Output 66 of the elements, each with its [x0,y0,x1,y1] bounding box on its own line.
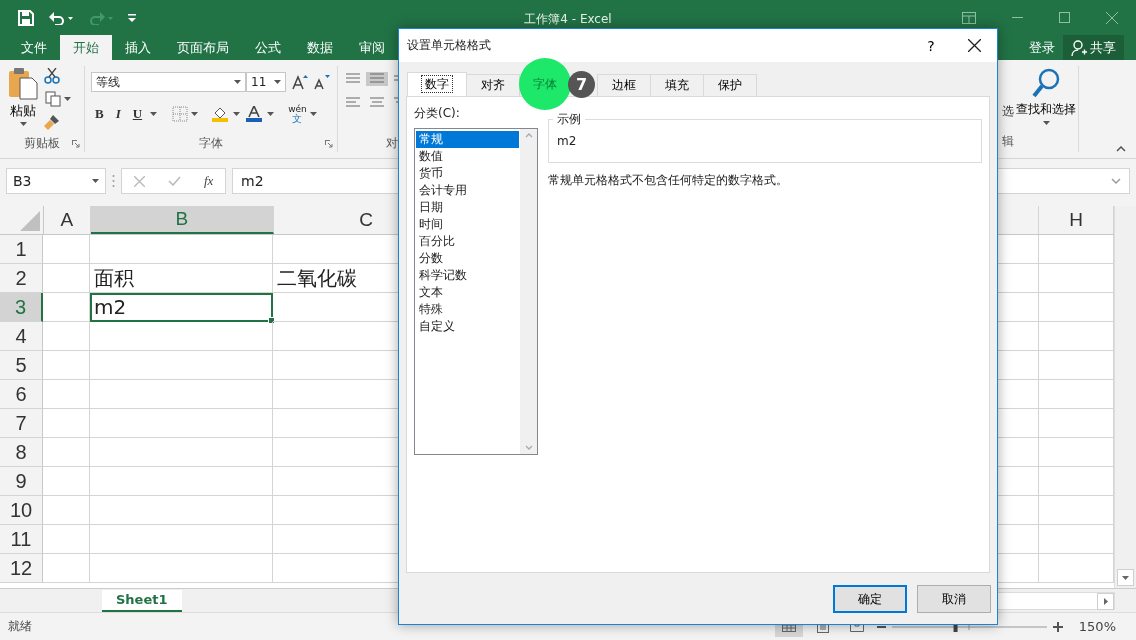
ribbon-tab[interactable]: 审阅 [346,35,398,60]
row-header[interactable]: 12 [0,554,43,583]
row-header[interactable]: 11 [0,525,43,554]
list-item[interactable]: 分数 [416,250,519,267]
ribbon-tab[interactable]: 开始 [60,35,112,60]
list-item[interactable]: 特殊 [416,301,519,318]
row-header[interactable]: 2 [0,264,43,293]
grid-cell[interactable]: 面积 [90,264,273,293]
list-item[interactable]: 数值 [416,148,519,165]
dialog-tab[interactable]: 数字 [407,72,467,96]
column-header[interactable]: B [90,206,274,234]
active-cell[interactable]: m2 [90,293,273,322]
sign-in-link[interactable]: 登录 [1029,38,1055,57]
italic-button[interactable]: I [111,106,125,122]
category-list[interactable]: 常规 数值 货币 会计专用 日期 时间 百分比 分数 科学记数 文本 特殊 自定义 [414,128,538,455]
share-button[interactable]: 共享 [1063,35,1124,60]
ribbon-tab[interactable]: 页面布局 [164,35,242,60]
cancel-button[interactable]: 取消 [917,585,991,613]
row-header[interactable]: 1 [0,235,43,264]
format-description: 常规单元格格式不包含任何特定的数字格式。 [548,172,789,189]
bold-button[interactable]: B [91,106,108,122]
row-header[interactable]: 9 [0,467,43,496]
group-label: 辑 [1002,133,1014,150]
dialog-title: 设置单元格格式 [407,37,491,54]
category-label: 分类(C): [414,105,461,122]
row-header[interactable]: 10 [0,496,43,525]
ribbon-tab[interactable]: 公式 [242,35,294,60]
group-label: 字体 [199,134,223,152]
row-header[interactable]: 6 [0,380,43,409]
window-title: 工作簿4 - Excel [524,12,612,26]
status-text: 就绪 [8,618,32,635]
help-button[interactable]: ? [911,36,951,55]
dialog-tab[interactable]: 保护 [703,74,757,96]
sample-label: 示例 [553,111,585,128]
font-size-field[interactable]: 11 [246,72,286,92]
find-select-button[interactable]: 查找和选择 [1014,66,1078,152]
ok-button[interactable]: 确定 [833,585,907,613]
row-header[interactable]: 8 [0,438,43,467]
underline-button[interactable]: U [128,106,147,122]
paste-button[interactable]: 粘贴 [6,66,40,134]
ribbon-tab[interactable]: 插入 [112,35,164,60]
font-name-field[interactable]: 等线 [91,72,246,92]
sample-value: m2 [557,134,577,148]
row-header[interactable]: 5 [0,351,43,380]
ribbon-tab[interactable]: 数据 [294,35,346,60]
phonetic-button[interactable]: wén 文 [287,103,318,125]
list-item[interactable]: 常规 [416,131,519,148]
sort-filter-label[interactable]: 选 [1002,103,1014,120]
row-header[interactable]: 3 [0,293,43,322]
step-badge: 7 [568,70,595,98]
name-box[interactable]: B3 [6,168,106,194]
zoom-level[interactable]: 150% [1078,619,1116,634]
group-label: 剪贴板 [24,134,60,152]
list-item[interactable]: 自定义 [416,318,519,335]
dialog-tab[interactable]: 边框 [597,74,651,96]
group-label: 对 [386,134,398,152]
column-header[interactable]: A [43,206,91,234]
dialog-tab[interactable]: 对齐 [466,74,520,96]
list-item[interactable]: 百分比 [416,233,519,250]
ribbon-tab[interactable]: 文件 [8,35,60,60]
sheet-tab[interactable]: Sheet1 [102,589,182,612]
list-item[interactable]: 会计专用 [416,182,519,199]
row-header[interactable]: 7 [0,409,43,438]
insert-function-button[interactable]: fx [204,173,214,189]
list-item[interactable]: 货币 [416,165,519,182]
row-header[interactable]: 4 [0,322,43,351]
